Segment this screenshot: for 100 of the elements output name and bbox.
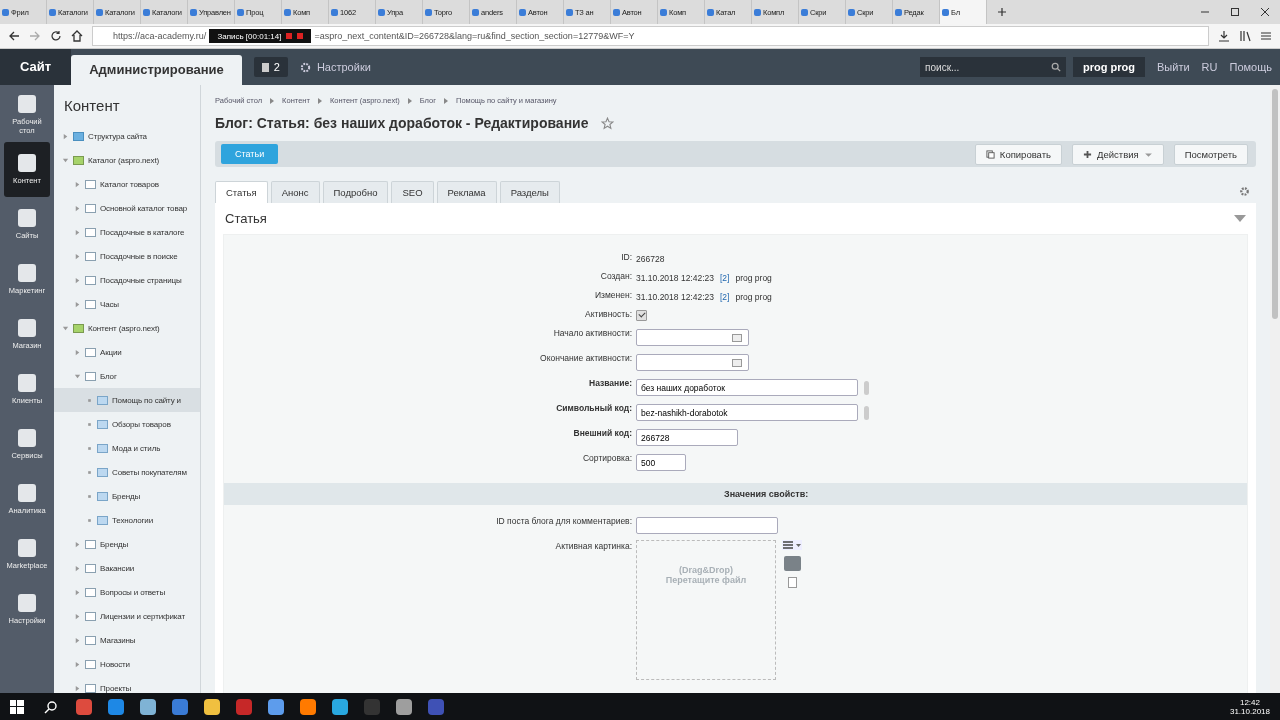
triangle-icon[interactable] <box>74 588 81 596</box>
triangle-icon[interactable] <box>74 684 81 692</box>
tree-item[interactable]: Структура сайта <box>54 124 200 148</box>
tree-item[interactable]: Основной каталог товар <box>54 196 200 220</box>
search-icon[interactable] <box>44 699 58 714</box>
tree-item[interactable]: Посадочные страницы <box>54 268 200 292</box>
tree-item[interactable]: Каталог товаров <box>54 172 200 196</box>
language-selector[interactable]: RU <box>1201 61 1218 73</box>
address-bar[interactable]: https://aca-academy.ru/ Запись [00:01:14] =aspro_next_content&ID=266728&lang=ru&find_section_section=12779&WF=Y <box>92 26 1209 46</box>
reload-icon[interactable] <box>50 30 62 42</box>
tab[interactable]: SEO <box>391 181 434 203</box>
app-icon[interactable] <box>108 698 124 715</box>
triangle-icon[interactable] <box>74 564 81 572</box>
tree-item[interactable]: Блог <box>54 364 200 388</box>
input-field[interactable]: без наших доработок <box>636 379 858 396</box>
toolbar-button[interactable]: Действия <box>1072 143 1164 165</box>
back-icon[interactable] <box>8 30 20 42</box>
tree-item[interactable]: Вакансии <box>54 556 200 580</box>
notifications-button[interactable]: 2 <box>253 57 288 77</box>
document-icon[interactable] <box>787 577 797 588</box>
tab[interactable]: Реклама <box>436 181 497 203</box>
triangle-icon[interactable] <box>74 372 81 380</box>
tree-item[interactable]: Посадочные в каталоге <box>54 220 200 244</box>
download-icon[interactable] <box>1218 30 1230 42</box>
app-icon[interactable] <box>140 698 156 715</box>
triangle-icon[interactable] <box>74 252 81 260</box>
triangle-icon[interactable] <box>74 276 81 284</box>
new-tab-icon[interactable] <box>997 7 1007 17</box>
triangle-icon[interactable] <box>74 540 81 548</box>
library-icon[interactable] <box>1239 30 1251 42</box>
collapse-icon[interactable] <box>1234 215 1246 222</box>
gear-icon[interactable] <box>299 61 311 73</box>
maximize-icon[interactable] <box>1230 7 1240 17</box>
app-icon[interactable] <box>76 698 92 715</box>
tab[interactable]: Разделы <box>499 181 560 203</box>
triangle-icon[interactable] <box>62 132 69 140</box>
tab[interactable]: Подробно <box>322 181 389 203</box>
tree-item[interactable]: Новости <box>54 652 200 676</box>
input-field[interactable]: bez-nashikh-dorabotok <box>636 404 858 421</box>
checkbox[interactable] <box>636 310 647 321</box>
settings-link[interactable]: Настройки <box>316 61 371 73</box>
menu-icon[interactable] <box>1260 30 1272 42</box>
input-field[interactable] <box>636 517 778 534</box>
help-link[interactable]: Помощь <box>1229 61 1272 73</box>
date-field[interactable] <box>636 354 749 371</box>
app-icon[interactable] <box>396 698 412 715</box>
tab[interactable]: Анонс <box>270 181 320 203</box>
admin-tab[interactable]: Администрирование <box>71 55 242 85</box>
triangle-icon[interactable] <box>74 660 81 668</box>
search-field[interactable]: поиск... <box>920 57 1067 77</box>
tree-item[interactable]: Каталог (aspro.next) <box>54 148 200 172</box>
tree-item[interactable]: Помощь по сайту и <box>54 388 200 412</box>
logout-link[interactable]: Выйти <box>1157 61 1190 73</box>
tree-item[interactable]: Технологии <box>54 508 200 532</box>
home-icon[interactable] <box>71 30 83 42</box>
tree-item[interactable]: Обзоры товаров <box>54 412 200 436</box>
app-icon[interactable] <box>332 698 348 715</box>
triangle-icon[interactable] <box>74 228 81 236</box>
triangle-icon[interactable] <box>74 348 81 356</box>
tree-item[interactable]: Магазины <box>54 628 200 652</box>
tree-item[interactable]: Посадочные в поиске <box>54 244 200 268</box>
app-icon[interactable] <box>172 698 188 715</box>
menu-icon[interactable] <box>782 540 802 550</box>
app-icon[interactable] <box>268 698 284 715</box>
app-icon[interactable] <box>300 698 316 715</box>
tree-item[interactable]: Часы <box>54 292 200 316</box>
toolbar-button[interactable]: Посмотреть <box>1173 143 1248 165</box>
tree-item[interactable]: Бренды <box>54 484 200 508</box>
tree-item[interactable]: Лицензии и сертификат <box>54 604 200 628</box>
tree-item[interactable]: Советы покупателям <box>54 460 200 484</box>
triangle-icon[interactable] <box>74 300 81 308</box>
tree-item[interactable]: Бренды <box>54 532 200 556</box>
triangle-icon[interactable] <box>62 156 69 164</box>
settings-icon[interactable] <box>1239 185 1250 197</box>
user-link[interactable]: [2] <box>720 291 730 302</box>
app-icon[interactable] <box>204 698 220 715</box>
triangle-icon[interactable] <box>74 204 81 212</box>
star-icon[interactable] <box>600 116 614 130</box>
user-button[interactable]: prog prog <box>1073 57 1146 77</box>
triangle-icon[interactable] <box>62 324 69 332</box>
image-icon[interactable] <box>783 556 801 571</box>
site-tab[interactable]: Сайт <box>0 49 72 85</box>
triangle-icon[interactable] <box>74 636 81 644</box>
tree-item[interactable]: Контент (aspro.next) <box>54 316 200 340</box>
tab[interactable]: Статья <box>215 181 268 203</box>
triangle-icon[interactable] <box>74 180 81 188</box>
tree-item[interactable]: Мода и стиль <box>54 436 200 460</box>
scrollbar-thumb[interactable] <box>1272 89 1278 319</box>
tree-item[interactable]: Вопросы и ответы <box>54 580 200 604</box>
input-field[interactable]: 266728 <box>636 429 738 446</box>
forward-icon[interactable] <box>29 30 41 42</box>
calendar-icon[interactable] <box>732 358 742 367</box>
user-link[interactable]: [2] <box>720 272 730 283</box>
windows-icon[interactable] <box>10 699 24 714</box>
close-icon[interactable] <box>1260 7 1270 17</box>
date-field[interactable] <box>636 329 749 346</box>
input-field[interactable]: 500 <box>636 454 686 471</box>
tree-item[interactable]: Акции <box>54 340 200 364</box>
transliterate-icon[interactable] <box>864 405 869 420</box>
toolbar-button[interactable]: Копировать <box>974 143 1062 165</box>
